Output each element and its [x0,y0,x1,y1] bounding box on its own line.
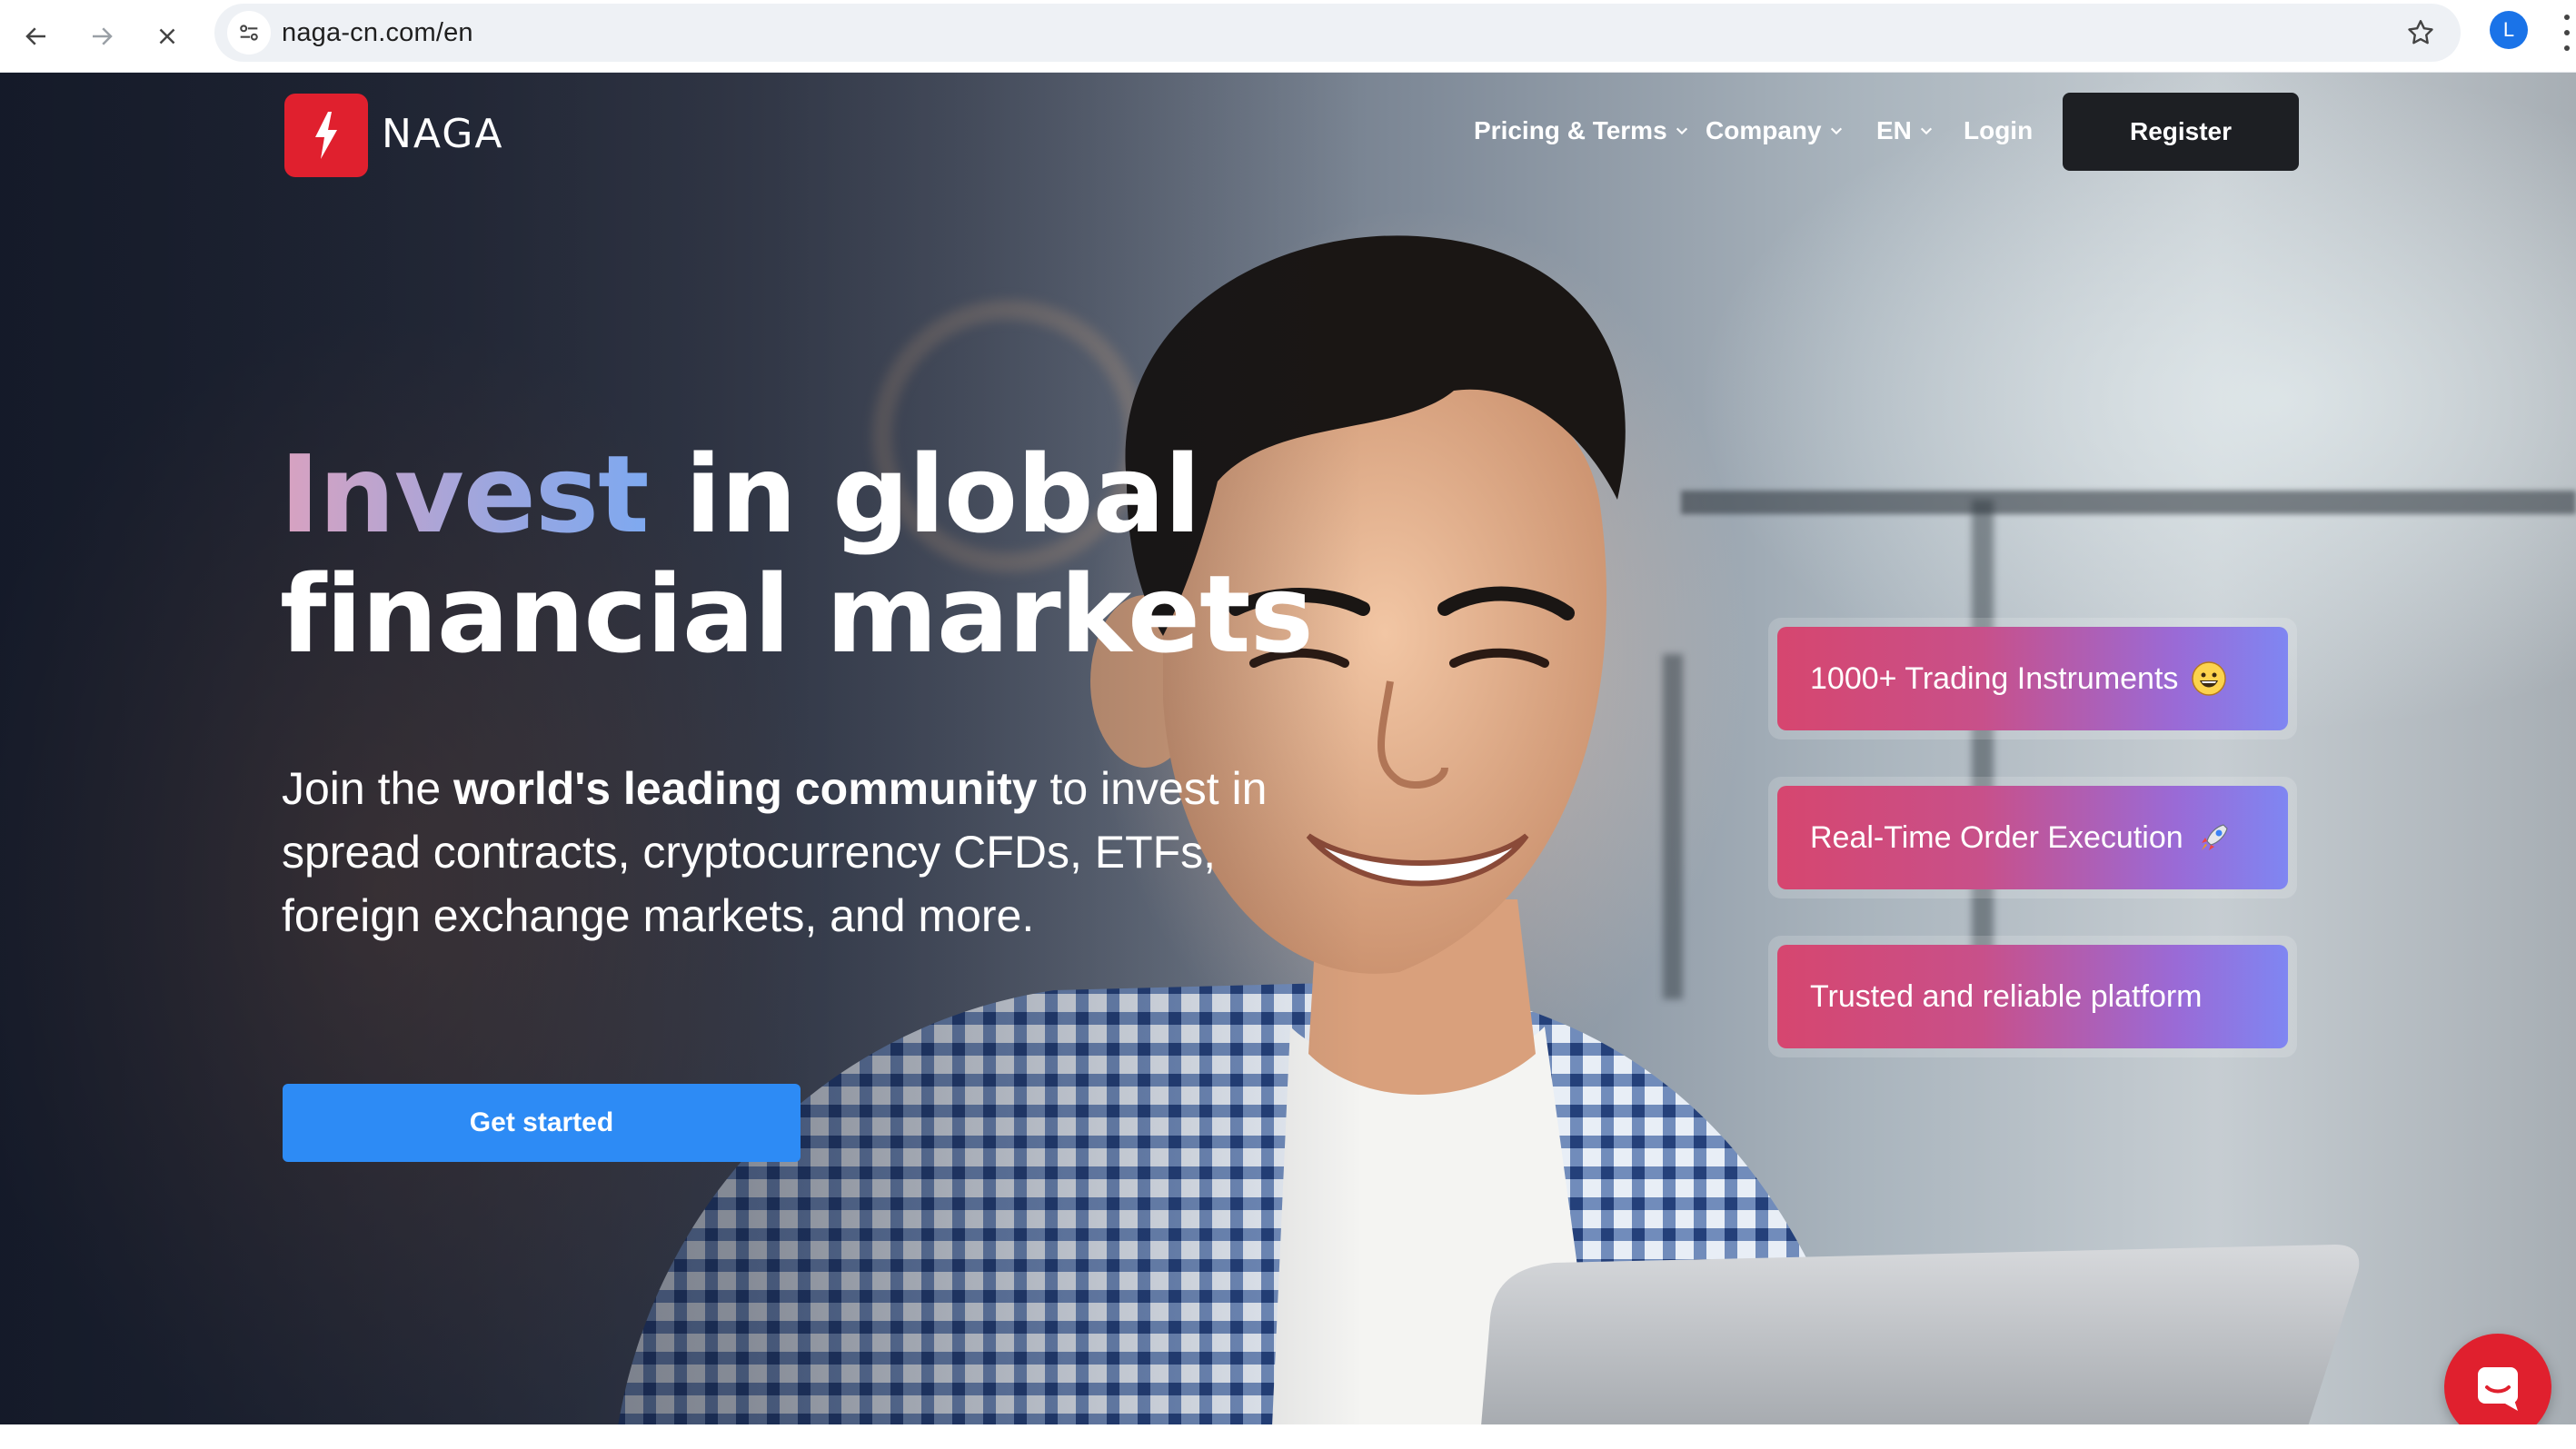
close-icon [159,28,175,45]
sub-lead: Join the [282,763,454,814]
naga-logo[interactable] [284,94,368,177]
profile-avatar[interactable]: L [2490,11,2528,49]
register-button[interactable]: Register [2063,93,2299,171]
feature-label: Trusted and reliable platform [1810,978,2203,1014]
page-bottom-edge [0,1424,2576,1449]
hero-section [0,73,2576,1424]
url-text[interactable]: naga-cn.com/en [282,18,473,48]
nav-pricing-label: Pricing & Terms [1474,116,1667,144]
feature-pill: Real-Time Order Execution [1768,777,2297,898]
feature-pill-body: 1000+ Trading Instruments [1777,627,2288,730]
chevron-down-icon [1830,127,1842,135]
arrow-left-icon [25,27,45,45]
site-info-button[interactable] [227,11,271,55]
headline-line2: financial markets [280,551,1314,677]
feature-pill-body: Real-Time Order Execution [1777,786,2288,889]
feature-pill: Trusted and reliable platform [1768,936,2297,1057]
chat-icon [2478,1367,2518,1411]
forward-button[interactable] [78,13,125,60]
rocket-emoji-icon [2201,824,2228,850]
browser-toolbar: naga-cn.com/en L [0,0,2576,73]
hero-subheading: Join the world's leading community to in… [282,757,1281,948]
nav-company[interactable]: Company [1706,116,1844,145]
feature-pill: 1000+ Trading Instruments [1768,618,2297,739]
feature-label: 1000+ Trading Instruments [1810,660,2179,696]
get-started-button[interactable]: Get started [283,1084,801,1162]
chevron-down-icon [1920,127,1932,135]
nav-pricing-terms[interactable]: Pricing & Terms [1474,116,1689,145]
hero-overlay [0,73,1363,1424]
chevron-down-icon [1676,127,1687,135]
grinning-face-emoji-icon [2192,661,2227,696]
nav-company-label: Company [1706,116,1822,144]
nav-language[interactable]: EN [1876,116,1934,145]
star-icon [2408,20,2433,45]
nav-login-label: Login [1964,116,2034,144]
brand-name[interactable]: NAGA [382,111,503,157]
feature-label: Real-Time Order Execution [1810,819,2183,855]
address-bar[interactable]: naga-cn.com/en [214,4,2461,62]
hero-headline: Invest in global financial markets [280,434,1461,674]
browser-menu-button[interactable] [2561,15,2573,51]
back-button[interactable] [13,13,60,60]
tune-icon [240,25,258,41]
headline-line1: in global [648,432,1201,557]
feature-pill-body: Trusted and reliable platform [1777,945,2288,1048]
headline-accent: Invest [280,432,650,557]
nav-language-label: EN [1876,116,1912,144]
sub-bold: world's leading community [453,763,1038,814]
naga-logo-icon [315,112,337,159]
bookmark-button[interactable] [2402,15,2439,51]
stop-loading-button[interactable] [144,13,191,60]
nav-login[interactable]: Login [1964,116,2033,145]
arrow-right-icon [93,27,113,45]
